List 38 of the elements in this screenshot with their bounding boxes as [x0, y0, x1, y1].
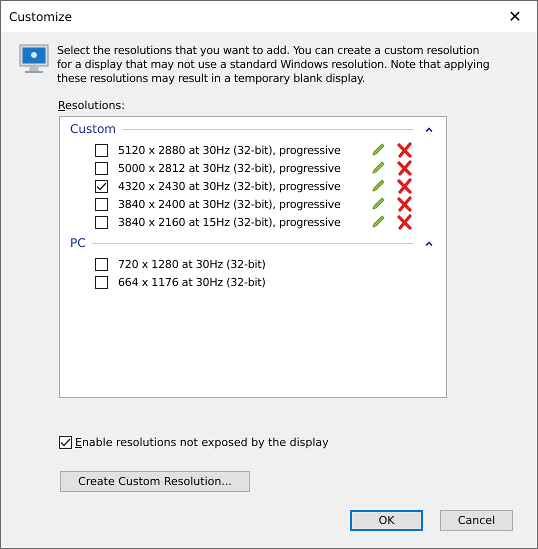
enable-option-label[interactable]: Enable resolutions not exposed by the display: [75, 436, 329, 449]
checkbox[interactable]: [95, 144, 108, 156]
checkbox[interactable]: [95, 198, 108, 210]
checkbox[interactable]: [95, 216, 108, 228]
pencil-icon[interactable]: [370, 160, 386, 176]
pencil-icon[interactable]: [370, 178, 386, 194]
resolution-item[interactable]: 5000 x 2812 at 30Hz (32-bit), progressive: [118, 162, 365, 174]
resolution-item[interactable]: 4320 x 2430 at 30Hz (32-bit), progressive: [118, 180, 365, 192]
collapse-caret-icon[interactable]: [425, 240, 433, 246]
group-header: PC: [70, 236, 86, 250]
monitor-icon: [18, 43, 50, 75]
description-text: Select the resolutions that you want to add. You can create a custom resolution for a display that may not use a standard Windows resolution. Note that applying these resolutions may result in a temporary blank display.: [57, 44, 491, 86]
checkbox[interactable]: [95, 258, 108, 270]
resolution-item[interactable]: 3840 x 2160 at 15Hz (32-bit), progressive: [118, 216, 365, 228]
delete-icon[interactable]: [397, 160, 413, 176]
window-title: Customize: [9, 10, 72, 24]
group-header: Custom: [70, 122, 116, 136]
checkbox[interactable]: [95, 162, 108, 174]
create-custom-resolution-button[interactable]: Create Custom Resolution...: [60, 471, 250, 492]
resolution-item[interactable]: 720 x 1280 at 30Hz (32-bit): [118, 258, 365, 270]
delete-icon[interactable]: [397, 196, 413, 212]
resolution-item[interactable]: 5120 x 2880 at 30Hz (32-bit), progressive: [118, 144, 365, 156]
resolution-item[interactable]: 664 x 1176 at 30Hz (32-bit): [118, 276, 365, 288]
close-button[interactable]: ✕: [493, 1, 537, 32]
delete-icon[interactable]: [397, 142, 413, 158]
resolution-item[interactable]: 3840 x 2400 at 30Hz (32-bit), progressive: [118, 198, 365, 210]
resolutions-label: Resolutions:: [58, 99, 126, 112]
collapse-caret-icon[interactable]: [425, 126, 433, 132]
cancel-button[interactable]: Cancel: [440, 510, 513, 531]
checkbox[interactable]: [95, 276, 108, 288]
pencil-icon[interactable]: [370, 214, 386, 230]
delete-icon[interactable]: [397, 214, 413, 230]
checkbox[interactable]: [59, 436, 72, 449]
pencil-icon[interactable]: [370, 142, 386, 158]
pencil-icon[interactable]: [370, 196, 386, 212]
checkbox[interactable]: [95, 180, 108, 192]
ok-button[interactable]: OK: [350, 510, 423, 531]
delete-icon[interactable]: [397, 178, 413, 194]
